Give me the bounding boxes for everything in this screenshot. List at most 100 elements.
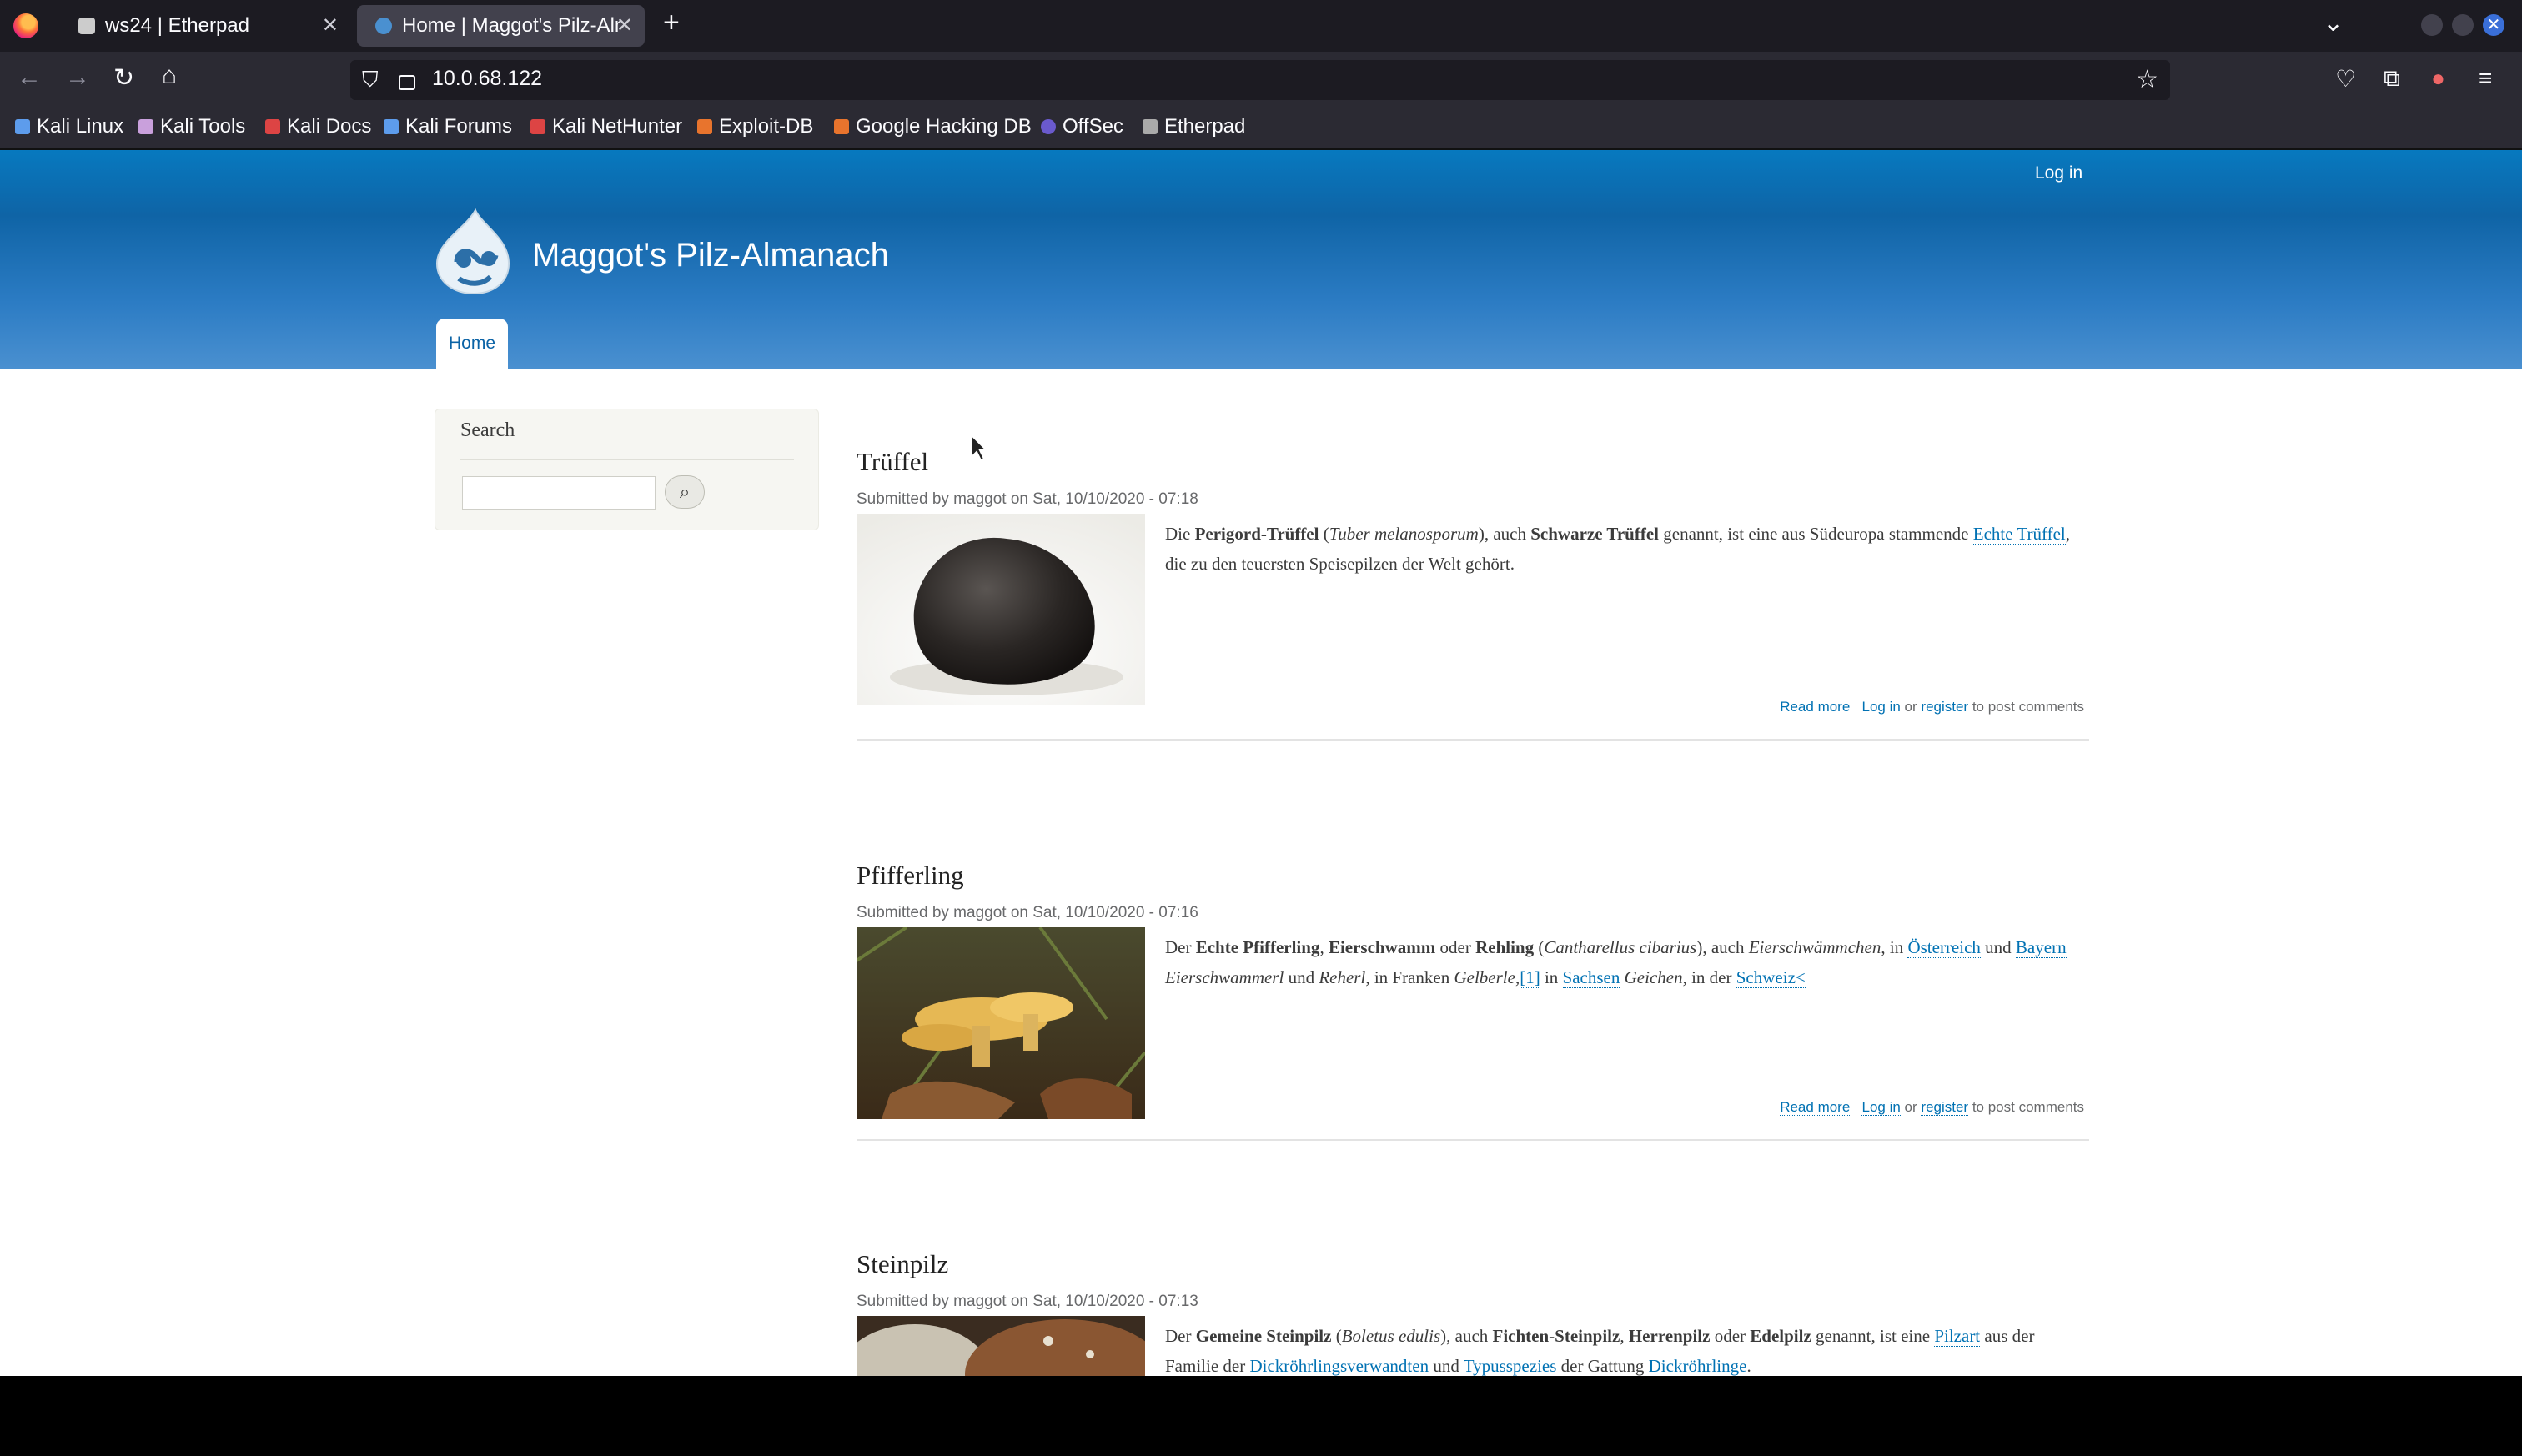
article-title[interactable]: Pfifferling <box>857 861 964 891</box>
site-name[interactable]: Maggot's Pilz-Almanach <box>532 237 889 274</box>
post-comments-text: to post comments <box>1972 1099 2084 1115</box>
extensions-icon[interactable]: ⧉ <box>2384 65 2400 93</box>
back-icon[interactable]: ← <box>17 63 42 92</box>
tab-etherpad[interactable]: ws24 | Etherpad ✕ <box>60 5 350 47</box>
article-porcini: Steinpilz Submitted by maggot on Sat, 10… <box>857 1249 2089 1376</box>
chanterelle-image[interactable] <box>857 927 1145 1119</box>
bookmark-label: Exploit-DB <box>719 115 814 138</box>
read-more-link[interactable]: Read more <box>1780 1099 1851 1116</box>
teaser-link[interactable]: Österreich <box>1907 937 1981 958</box>
maximize-button[interactable] <box>2452 14 2474 36</box>
web-page: Log in Maggot's Pilz-Almanach Home Searc… <box>0 150 2522 1376</box>
article-divider <box>857 1139 2089 1141</box>
teaser-link[interactable]: Bayern <box>2015 937 2067 958</box>
teaser-link[interactable]: Echte Trüffel <box>1972 524 2066 545</box>
teaser-text: Die <box>1165 524 1195 544</box>
bookmark-offsec[interactable]: OffSec <box>1041 115 1123 138</box>
nav-home-tab[interactable]: Home <box>436 319 508 369</box>
teaser-text: , in Franken <box>1365 967 1454 987</box>
account-icon[interactable]: ● <box>2431 65 2445 92</box>
search-icon: ⌕ <box>679 481 691 502</box>
teaser-link[interactable]: Schweiz< <box>1736 967 1806 988</box>
tab-bar: ws24 | Etherpad ✕ Home | Maggot's Pilz-A… <box>0 0 2522 52</box>
search-button[interactable]: ⌕ <box>665 475 705 509</box>
bookmark-google-hacking-db[interactable]: Google Hacking DB <box>834 115 1032 138</box>
teaser-italic: Reherl <box>1319 967 1366 987</box>
comment-login-link[interactable]: Log in <box>1861 699 1901 715</box>
bookmark-etherpad[interactable]: Etherpad <box>1143 115 1245 138</box>
tab-list-chevron-icon[interactable]: ⌄ <box>2323 8 2344 38</box>
bookmark-label: Kali Docs <box>287 115 372 138</box>
comment-login-link[interactable]: Log in <box>1861 1099 1901 1116</box>
kali-icon <box>15 119 30 134</box>
new-tab-button[interactable]: + <box>663 7 680 39</box>
register-link[interactable]: register <box>1921 1099 1969 1116</box>
search-input[interactable] <box>462 476 656 510</box>
close-window-button[interactable]: ✕ <box>2483 14 2504 36</box>
bookmark-label: Kali Linux <box>37 115 124 138</box>
article-chanterelle: Pfifferling Submitted by maggot on Sat, … <box>857 861 2089 1161</box>
bookmark-label: Etherpad <box>1164 115 1246 138</box>
teaser-link[interactable]: Pilzart <box>1934 1326 1981 1347</box>
teaser-italic: Gelberle <box>1454 967 1515 987</box>
bookmark-exploit-db[interactable]: Exploit-DB <box>697 115 813 138</box>
url-text[interactable]: 10.0.68.122 <box>432 67 542 91</box>
teaser-italic: Geichen <box>1624 967 1683 987</box>
article-links: Read more Log in or register to post com… <box>1780 1099 2084 1116</box>
lock-icon[interactable] <box>399 75 415 90</box>
etherpad-favicon-icon <box>78 18 95 34</box>
bookmark-kali-docs[interactable]: Kali Docs <box>265 115 371 138</box>
drupal-favicon-icon <box>375 18 392 34</box>
teaser-link[interactable]: Dickröhrlingsverwandten <box>1249 1356 1429 1376</box>
tab-home[interactable]: Home | Maggot's Pilz-Alm ✕ <box>357 5 645 47</box>
bookmark-kali-nethunter[interactable]: Kali NetHunter <box>530 115 682 138</box>
teaser-text: und <box>1980 937 2016 957</box>
teaser-link[interactable]: Typusspezies <box>1463 1356 1557 1376</box>
article-title[interactable]: Steinpilz <box>857 1249 948 1279</box>
teaser-link[interactable]: Dickröhrlinge <box>1648 1356 1747 1376</box>
bookmarks-bar <box>0 108 2522 150</box>
firefox-logo-icon[interactable] <box>13 13 38 38</box>
teaser-italic: Cantharellus cibarius <box>1544 937 1697 957</box>
address-bar[interactable]: ⛉ 10.0.68.122 ☆ <box>350 60 2170 100</box>
forward-icon[interactable]: → <box>65 63 90 92</box>
porcini-image[interactable] <box>857 1316 1145 1376</box>
ghdb-icon <box>834 119 849 134</box>
teaser-bold: Eierschwamm <box>1328 937 1436 957</box>
teaser-link[interactable]: Sachsen <box>1562 967 1620 988</box>
bookmark-kali-linux[interactable]: Kali Linux <box>15 115 123 138</box>
teaser-text: oder <box>1435 937 1476 957</box>
reload-icon[interactable]: ↻ <box>113 63 134 93</box>
teaser-text: genannt, ist eine aus Südeuropa stammend… <box>1659 524 1973 544</box>
close-tab-icon[interactable]: ✕ <box>616 13 633 38</box>
teaser-text: der Gattung <box>1556 1356 1649 1376</box>
nethunter-icon <box>530 119 545 134</box>
home-icon[interactable]: ⌂ <box>162 62 177 90</box>
divider <box>460 459 794 460</box>
drupal-logo-icon[interactable] <box>432 208 514 295</box>
footnote-link[interactable]: [1] <box>1520 967 1540 988</box>
teaser-text: Der <box>1165 1326 1196 1346</box>
article-title[interactable]: Trüffel <box>857 447 928 477</box>
minimize-button[interactable] <box>2421 14 2443 36</box>
article-teaser: Der Gemeine Steinpilz (Boletus edulis), … <box>1165 1321 2091 1376</box>
bookmark-kali-forums[interactable]: Kali Forums <box>384 115 512 138</box>
article-meta: Submitted by maggot on Sat, 10/10/2020 -… <box>857 1293 1198 1310</box>
register-link[interactable]: register <box>1921 699 1969 715</box>
teaser-text: ( <box>1534 937 1545 957</box>
teaser-text: und <box>1429 1356 1464 1376</box>
login-link[interactable]: Log in <box>2035 163 2082 183</box>
article-teaser: Die Perigord-Trüffel (Tuber melanosporum… <box>1165 519 2091 579</box>
tracking-shield-icon[interactable]: ⛉ <box>362 67 379 93</box>
close-tab-icon[interactable]: ✕ <box>322 13 339 38</box>
teaser-text: oder <box>1710 1326 1751 1346</box>
teaser-text: ( <box>1319 524 1329 544</box>
truffle-image[interactable] <box>857 514 1145 705</box>
menu-icon[interactable]: ≡ <box>2479 65 2492 92</box>
offsec-icon <box>1041 119 1056 134</box>
bookmark-kali-tools[interactable]: Kali Tools <box>138 115 245 138</box>
bookmark-star-icon[interactable]: ☆ <box>2136 65 2158 94</box>
teaser-bold: Rehling <box>1475 937 1535 957</box>
read-more-link[interactable]: Read more <box>1780 699 1851 715</box>
pocket-icon[interactable]: ♡ <box>2335 65 2356 93</box>
